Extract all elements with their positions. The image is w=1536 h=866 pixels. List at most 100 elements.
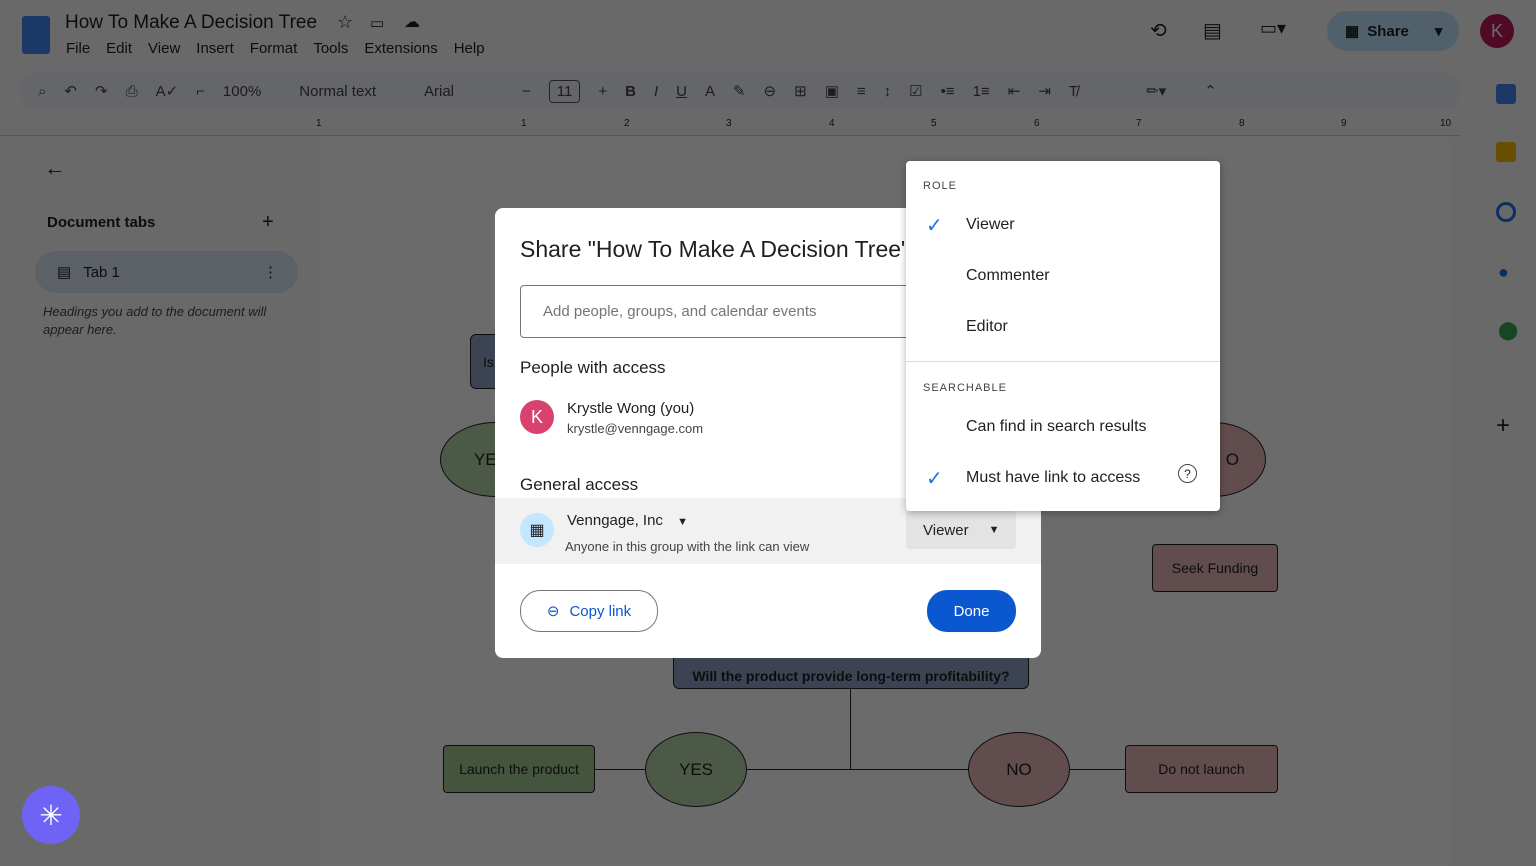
commenter-label: Commenter [966,267,1050,285]
comments-icon[interactable]: ▤ [1203,18,1222,43]
version-history-icon[interactable]: ⟲ [1150,18,1167,43]
menu-tools[interactable]: Tools [313,40,348,57]
menu-item-commenter[interactable]: Commenter [906,256,1220,296]
menu-format[interactable]: Format [250,40,298,57]
copy-link-label: Copy link [569,603,631,620]
spellcheck-icon[interactable]: A✓ [156,82,179,100]
editing-mode-icon[interactable]: ✏▾ [1146,82,1166,100]
cloud-status-icon[interactable]: ☁ [404,12,420,32]
line-spacing-icon[interactable]: ↕ [884,83,892,100]
menu-file[interactable]: File [66,40,90,57]
check-icon: ✓ [926,213,943,238]
paint-format-icon[interactable]: ⌐ [196,83,205,100]
share-button[interactable]: ▦Share▾ [1327,11,1459,51]
meet-icon[interactable]: ▭▾ [1260,18,1286,39]
star-icon[interactable]: ☆ [337,12,353,33]
launch-node: Launch the product [443,745,595,793]
menu-item-must-have-link[interactable]: ✓Must have link to access? [906,458,1220,498]
menu-extensions[interactable]: Extensions [364,40,437,57]
menu-edit[interactable]: Edit [106,40,132,57]
dialog-title: Share "How To Make A Decision Tree" [520,236,909,263]
maps-icon[interactable]: ⬤ [1498,320,1518,341]
org-select[interactable]: Venngage, Inc ▼ [567,512,688,529]
org-description: Anyone in this group with the link can v… [565,539,809,554]
ruler-tick: 2 [624,118,630,129]
no-label: NO [1006,760,1032,780]
document-title[interactable]: How To Make A Decision Tree [65,12,317,34]
style-select[interactable]: Normal text [299,83,376,100]
docs-logo-icon [22,16,50,54]
outline-hint: Headings you add to the document will ap… [43,303,283,339]
text-color-icon[interactable]: A [705,83,715,100]
print-icon[interactable]: ⎙ [126,83,138,100]
building-icon: ▦ [520,513,554,547]
link-icon[interactable]: ⊖ [764,82,777,100]
decrease-size-icon[interactable]: − [522,83,531,100]
menu-view[interactable]: View [148,40,180,57]
menu-item-editor[interactable]: Editor [906,307,1220,347]
collapse-icon[interactable]: ⌃ [1204,82,1217,100]
add-comment-icon[interactable]: ⊞ [794,82,807,100]
indent-decrease-icon[interactable]: ⇤ [1008,82,1021,100]
contacts-icon[interactable]: ● [1498,262,1509,283]
menu-insert[interactable]: Insert [196,40,234,57]
font-size-input[interactable]: 11 [549,80,581,103]
bold-icon[interactable]: B [625,83,636,100]
underline-icon[interactable]: U [676,83,687,100]
clear-formatting-icon[interactable]: T̸ [1069,83,1078,100]
menu-bar: File Edit View Insert Format Tools Extensions H… [66,40,485,57]
highlight-icon[interactable]: ✎ [733,82,746,100]
building-icon: ▦ [1345,22,1359,40]
assistant-button[interactable]: ✳ [22,786,80,844]
launch-text: Launch the product [459,761,579,777]
italic-icon[interactable]: I [654,83,658,100]
indent-increase-icon[interactable]: ⇥ [1038,82,1051,100]
move-folder-icon[interactable]: ▭ [370,14,384,32]
help-icon[interactable]: ? [1178,464,1197,483]
more-options-icon[interactable]: ⋮ [263,263,278,281]
tab-1[interactable]: ▤Tab 1⋮ [35,251,298,293]
must-have-link-label: Must have link to access [966,469,1140,487]
calendar-icon[interactable] [1496,84,1516,104]
ruler-tick: 9 [1341,118,1347,129]
menu-help[interactable]: Help [454,40,485,57]
menu-item-viewer[interactable]: ✓ Viewer [906,205,1220,245]
back-arrow-icon[interactable]: ← [44,155,66,181]
align-icon[interactable]: ≡ [857,83,866,100]
seek-funding-node: Seek Funding [1152,544,1278,592]
tasks-icon[interactable] [1496,202,1516,222]
account-avatar[interactable]: K [1480,14,1514,48]
menu-item-can-find[interactable]: Can find in search results [906,407,1220,447]
chevron-down-icon: ▼ [677,516,688,528]
done-button[interactable]: Done [927,590,1016,632]
zoom-select[interactable]: 100% [223,83,261,100]
profitability-text: Will the product provide long-term profi… [692,668,1009,684]
chevron-down-icon: ▼ [989,524,1000,536]
role-dropdown-menu: ROLE ✓Viewer Commenter Editor SEARCHABLE… [906,161,1220,511]
bullet-list-icon[interactable]: •≡ [941,83,955,100]
ruler-tick: 4 [829,118,835,129]
ruler-tick: 7 [1136,118,1142,129]
increase-size-icon[interactable]: + [598,83,607,100]
no-circle: NO [968,732,1070,807]
role-select[interactable]: Viewer▼ [906,511,1016,549]
image-icon[interactable]: ▣ [825,82,839,100]
ruler-tick: 3 [726,118,732,129]
ruler: 112345678910 [0,118,1460,136]
copy-link-button[interactable]: ⊖Copy link [520,590,658,632]
connector-line [850,689,851,769]
chevron-down-icon[interactable]: ▾ [1435,22,1443,40]
viewer-label: Viewer [966,216,1015,234]
keep-icon[interactable] [1496,142,1516,162]
redo-icon[interactable]: ↷ [95,82,108,100]
role-section-label: ROLE [923,180,957,192]
add-addon-icon[interactable]: + [1496,412,1510,440]
general-access-heading: General access [520,475,638,495]
search-icon[interactable]: ⌕ [38,83,46,100]
checklist-icon[interactable]: ☑ [909,82,922,100]
ruler-tick: 5 [931,118,937,129]
font-select[interactable]: Arial [424,83,504,100]
add-tab-icon[interactable]: + [262,211,274,234]
undo-icon[interactable]: ↶ [64,82,77,100]
numbered-list-icon[interactable]: 1≡ [973,83,990,100]
